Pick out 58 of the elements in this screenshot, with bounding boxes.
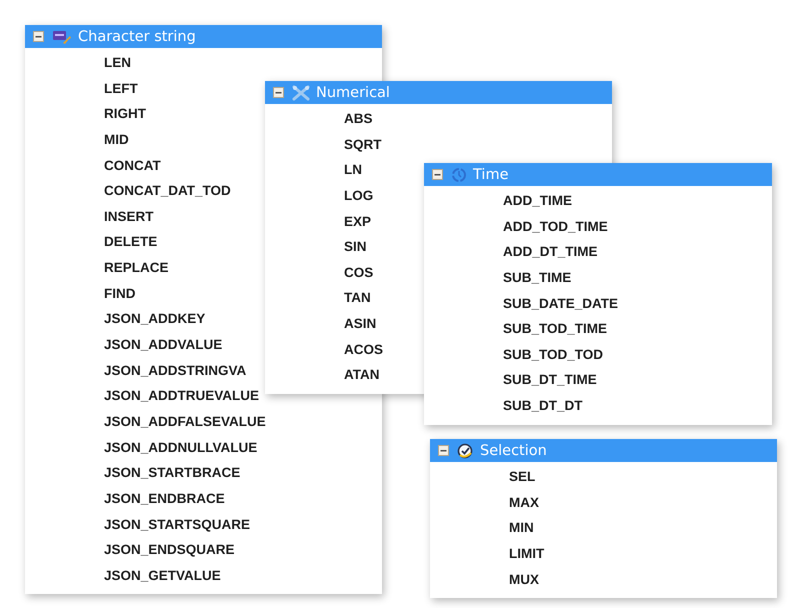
function-item[interactable]: LOG [344,182,374,209]
function-item[interactable]: ADD_DT_TIME [503,239,598,265]
group-title: Numerical [316,84,390,100]
function-item[interactable]: SUB_DT_DT [503,393,583,419]
function-item[interactable]: SUB_DATE_DATE [503,290,618,316]
function-item[interactable]: JSON_ENDBRACE [104,486,225,512]
function-item[interactable]: JSON_ENDSQUARE [104,537,235,563]
function-item[interactable]: MID [104,126,129,153]
function-item[interactable]: EXP [344,208,372,234]
clock-icon [451,166,467,182]
collapse-icon[interactable] [438,445,449,456]
function-item[interactable]: REPLACE [104,255,169,281]
function-item[interactable]: LEFT [104,76,138,102]
function-item[interactable]: SQRT [344,132,382,158]
group-title: Time [473,166,508,182]
function-item[interactable]: DELETE [104,229,158,256]
function-item[interactable]: SUB_TOD_TOD [503,342,604,368]
collapse-icon[interactable] [33,31,44,42]
function-item[interactable]: JSON_ADDTRUEVALUE [104,383,260,409]
text-tool-icon [52,28,72,44]
function-item[interactable]: JSON_GETVALUE [104,562,221,588]
function-item[interactable]: SEL [509,464,536,490]
function-item[interactable]: SUB_TIME [503,264,572,291]
check-circle-icon [457,442,474,458]
function-item[interactable]: LIMIT [509,540,544,567]
function-item[interactable]: MIN [509,515,534,541]
function-item[interactable]: LN [344,157,362,183]
function-item[interactable]: SUB_TOD_TIME [503,316,608,342]
function-item[interactable]: JSON_ADDVALUE [104,332,222,358]
function-item[interactable]: LEN [104,50,131,76]
group-title: Character string [78,28,196,44]
function-item[interactable]: JSON_STARTSQUARE [104,512,250,538]
collapse-icon[interactable] [432,169,443,180]
function-item[interactable]: ASIN [344,311,376,337]
function-item[interactable]: ABS [344,106,373,132]
collapse-icon[interactable] [273,87,284,98]
function-item[interactable]: SIN [344,234,367,260]
function-item[interactable]: ACOS [344,336,384,362]
function-item[interactable]: MAX [509,490,539,516]
function-item[interactable]: JSON_ADDNULLVALUE [104,434,258,460]
function-item[interactable]: ADD_TOD_TIME [503,214,608,240]
function-item[interactable]: TAN [344,285,371,312]
function-item[interactable]: SUB_DT_TIME [503,367,597,394]
function-item[interactable]: JSON_ADDSTRINGVA [104,358,246,384]
group-title: Selection [480,442,547,458]
function-item[interactable]: CONCAT [104,152,161,178]
function-item[interactable]: ADD_TIME [503,188,572,214]
function-item[interactable]: RIGHT [104,101,146,127]
function-item[interactable]: FIND [104,280,136,306]
function-item[interactable]: JSON_ADDKEY [104,306,206,332]
function-item[interactable]: JSON_ADDFALSEVALUE [104,408,266,435]
function-item[interactable]: MUX [509,566,539,592]
tools-icon [292,84,310,100]
function-item[interactable]: INSERT [104,204,154,230]
function-item[interactable]: JSON_STARTBRACE [104,460,240,486]
function-item[interactable]: COS [344,260,374,286]
function-item[interactable]: CONCAT_DAT_TOD [104,178,231,204]
function-item[interactable]: ATAN [344,362,380,388]
